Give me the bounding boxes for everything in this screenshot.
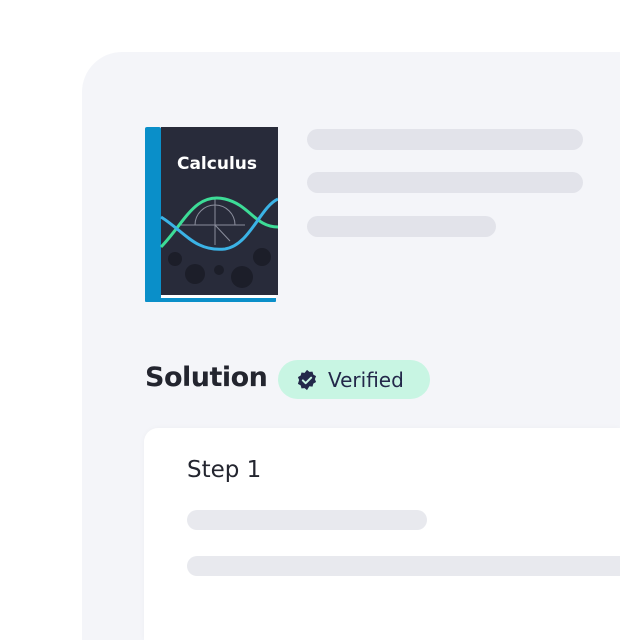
verified-badge: Verified xyxy=(278,360,430,399)
book-title: Calculus xyxy=(177,154,257,174)
skeleton-line xyxy=(307,172,583,193)
skeleton-line xyxy=(307,129,583,150)
skeleton-line xyxy=(307,216,496,237)
verified-label: Verified xyxy=(328,367,404,392)
solution-heading: Solution xyxy=(145,362,268,393)
skeleton-line xyxy=(187,510,427,530)
verified-check-icon xyxy=(297,369,317,390)
step-title: Step 1 xyxy=(187,457,262,483)
book-cover-image: Calculus xyxy=(145,127,278,302)
skeleton-line xyxy=(187,556,620,576)
